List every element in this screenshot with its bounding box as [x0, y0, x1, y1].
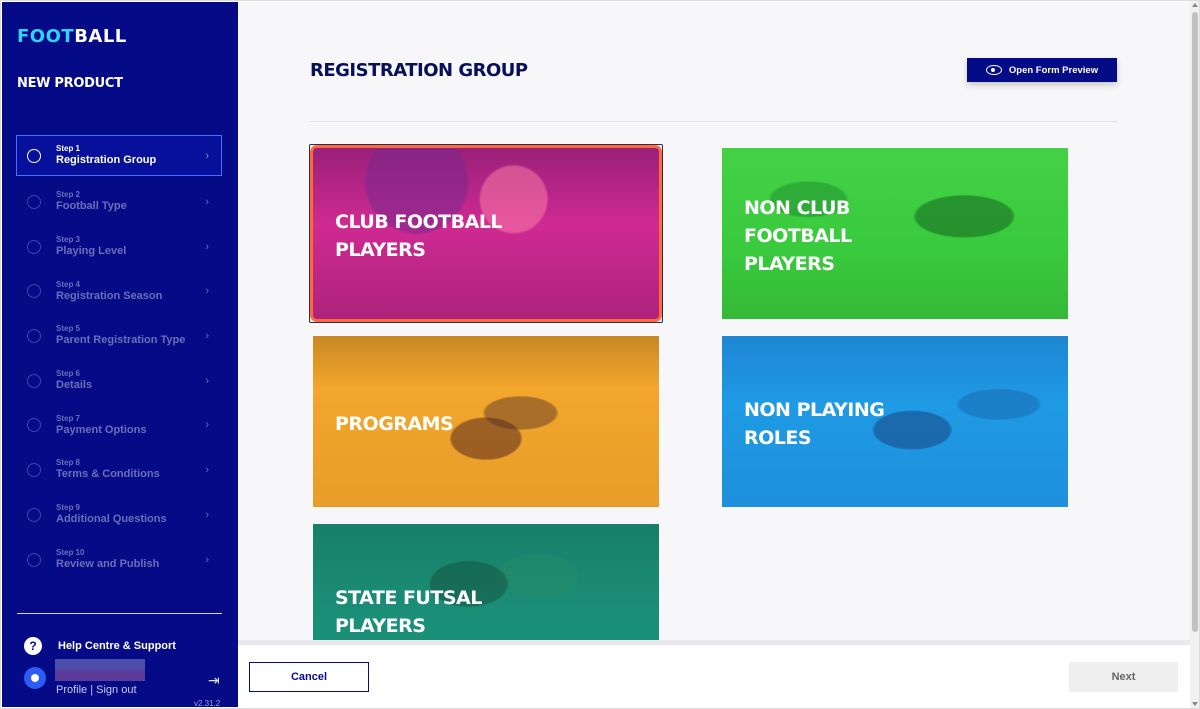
step-label: Parent Registration Type [56, 334, 186, 347]
scrollbar-thumb[interactable] [1192, 12, 1198, 632]
chevron-right-icon: › [205, 330, 209, 343]
step-additional-questions[interactable]: Step 9 Additional Questions › [16, 493, 222, 538]
step-payment-options[interactable]: Step 7 Payment Options › [16, 403, 222, 448]
step-playing-level[interactable]: Step 3 Playing Level › [16, 224, 222, 269]
card-club-football-players[interactable]: CLUB FOOTBALL PLAYERS [310, 145, 662, 322]
step-number: Step 6 [56, 368, 81, 378]
step-label: Playing Level [56, 244, 127, 257]
logo: FOOTBALL [17, 26, 127, 47]
circle-icon [27, 373, 41, 388]
page-title: REGISTRATION GROUP [310, 60, 528, 81]
card-non-playing-roles[interactable]: NON PLAYING ROLES [722, 336, 1068, 507]
step-label: Terms & Conditions [56, 468, 160, 481]
open-form-preview-button[interactable]: Open Form Preview [967, 58, 1117, 82]
circle-icon [27, 507, 41, 522]
question-icon: ? [24, 637, 42, 655]
chevron-right-icon: › [205, 196, 209, 209]
step-number: Step 5 [56, 324, 81, 334]
chevron-right-icon: › [205, 553, 209, 566]
circle-icon [27, 239, 41, 254]
scroll-up-icon[interactable] [1192, 3, 1198, 7]
step-number: Step 10 [56, 547, 85, 557]
step-parent-registration-type[interactable]: Step 5 Parent Registration Type › [16, 314, 222, 359]
card-non-club-football-players[interactable]: NON CLUB FOOTBALL PLAYERS [722, 148, 1068, 319]
step-registration-season[interactable]: Step 4 Registration Season › [16, 269, 222, 314]
app-window: FOOTBALL NEW PRODUCT Step 1 Registration … [0, 0, 1200, 709]
user-icon [31, 674, 39, 682]
step-number: Step 2 [56, 190, 81, 200]
chevron-right-icon: › [205, 240, 209, 253]
step-label: Registration Season [56, 289, 163, 302]
chevron-right-icon: › [205, 285, 209, 298]
circle-icon [27, 284, 41, 299]
step-terms-conditions[interactable]: Step 8 Terms & Conditions › [16, 448, 222, 493]
step-number: Step 8 [56, 458, 81, 468]
step-list: Step 1 Registration Group › Step 2 Footbal… [16, 135, 222, 582]
avatar [24, 667, 46, 689]
card-label: PROGRAMS [335, 413, 454, 435]
step-number: Step 7 [56, 413, 81, 423]
card-label: NON PLAYING ROLES [744, 399, 885, 449]
step-number: Step 9 [56, 502, 81, 512]
help-centre-link[interactable]: ? Help Centre & Support [24, 637, 176, 655]
preview-button-label: Open Form Preview [1008, 64, 1099, 76]
chevron-right-icon: › [205, 374, 209, 387]
footer-bar: Cancel Next [238, 645, 1190, 707]
step-review-publish[interactable]: Step 10 Review and Publish › [16, 537, 222, 582]
scroll-down-icon[interactable] [1192, 702, 1198, 706]
step-label: Payment Options [56, 423, 147, 436]
step-label: Additional Questions [56, 512, 167, 525]
step-number: Step 4 [56, 279, 81, 289]
circle-icon [27, 329, 41, 344]
circle-icon [27, 148, 41, 163]
page-scrollbar[interactable] [1190, 0, 1200, 709]
sidebar-divider [17, 613, 222, 614]
chevron-right-icon: › [205, 508, 209, 521]
title-divider [310, 121, 1117, 122]
user-name-redacted [55, 659, 145, 681]
profile-signout-links[interactable]: Profile | Sign out [56, 684, 137, 696]
eye-icon [985, 65, 1002, 75]
sign-out-icon[interactable]: ⇥ [208, 672, 220, 689]
step-details[interactable]: Step 6 Details › [16, 358, 222, 403]
version-label: v2.31.2 [194, 699, 221, 708]
circle-icon [27, 463, 41, 478]
card-label: NON CLUB FOOTBALL PLAYERS [744, 197, 852, 275]
card-programs[interactable]: PROGRAMS [313, 336, 659, 507]
circle-icon [27, 552, 41, 567]
step-label: Details [56, 378, 93, 391]
circle-icon [27, 418, 41, 433]
step-label: Registration Group [56, 153, 157, 166]
main-content: REGISTRATION GROUP Open Form Preview CLU… [238, 2, 1190, 642]
step-number: Step 3 [56, 234, 81, 244]
step-football-type[interactable]: Step 2 Football Type › [16, 180, 222, 225]
chevron-right-icon: › [205, 419, 209, 432]
product-title: NEW PRODUCT [17, 76, 123, 91]
step-number: Step 1 [56, 143, 81, 153]
help-label: Help Centre & Support [58, 640, 176, 652]
step-label: Football Type [56, 200, 127, 213]
step-registration-group[interactable]: Step 1 Registration Group › [16, 135, 222, 176]
card-label: CLUB FOOTBALL PLAYERS [335, 211, 503, 261]
chevron-right-icon: › [205, 464, 209, 477]
cancel-button[interactable]: Cancel [249, 662, 369, 692]
card-label: STATE FUTSAL PLAYERS [335, 587, 482, 637]
next-button[interactable]: Next [1069, 662, 1178, 692]
circle-icon [27, 195, 41, 210]
chevron-right-icon: › [205, 149, 209, 162]
card-state-futsal-players[interactable]: STATE FUTSAL PLAYERS [313, 524, 659, 642]
sidebar: FOOTBALL NEW PRODUCT Step 1 Registration … [2, 2, 238, 708]
step-label: Review and Publish [56, 557, 160, 570]
